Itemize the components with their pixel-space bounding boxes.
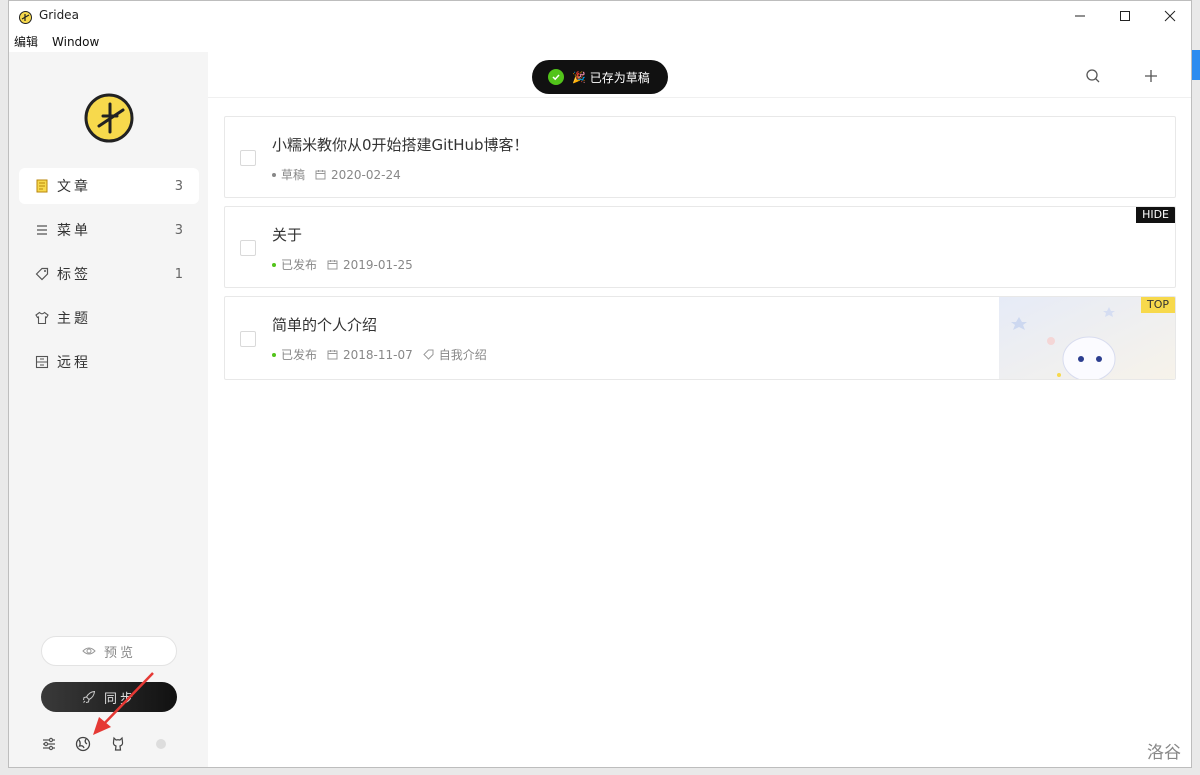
post-date: 2020-02-24	[331, 167, 401, 182]
sidebar-item-label: 菜单	[57, 223, 91, 239]
sidebar-item-label: 远程	[57, 355, 91, 371]
watermark: 洛谷	[1147, 743, 1181, 763]
hide-badge: HIDE	[1136, 207, 1175, 223]
window-title: Gridea	[39, 8, 79, 22]
maximize-button[interactable]	[1102, 1, 1148, 31]
main-content: 🎉 已存为草稿 小糯米教你从0开始搭建GitHub博客！ 草稿 2020-02-…	[208, 52, 1191, 767]
party-popper-icon: 🎉	[572, 70, 586, 84]
calendar-icon	[327, 259, 338, 270]
theme-shirt-icon	[35, 311, 49, 325]
sidebar-item-menu[interactable]: 菜单 3	[19, 212, 199, 248]
title-bar: Gridea	[9, 1, 1191, 31]
sidebar-item-tags[interactable]: 标签 1	[19, 256, 199, 292]
post-meta: 已发布 2018-11-07 自我介绍	[272, 346, 487, 363]
status-dot	[272, 172, 276, 177]
status-dot	[272, 352, 276, 357]
top-badge: TOP	[1140, 297, 1175, 313]
minimize-button[interactable]	[1057, 1, 1103, 31]
sidebar-item-theme[interactable]: 主题	[19, 300, 199, 336]
tag-icon	[423, 349, 434, 360]
search-icon[interactable]	[1085, 68, 1101, 84]
sidebar-item-remote[interactable]: 远程	[19, 344, 199, 380]
post-tag: 自我介绍	[438, 348, 487, 362]
preview-label: 预览	[103, 645, 136, 661]
post-checkbox[interactable]	[240, 240, 256, 256]
check-icon	[548, 69, 564, 85]
sidebar-item-count: 1	[174, 266, 183, 282]
status-dot	[156, 739, 166, 749]
toolbar: 🎉 已存为草稿	[208, 52, 1191, 98]
post-title: 小糯米教你从0开始搭建GitHub博客！	[272, 136, 529, 154]
gridea-logo-icon	[83, 92, 135, 144]
post-status: 已发布	[281, 258, 318, 272]
menu-icon	[35, 223, 49, 237]
menu-window[interactable]: Window	[52, 32, 99, 52]
background-window-edge	[1192, 50, 1200, 80]
toast-text: 已存为草稿	[589, 70, 650, 85]
post-item[interactable]: 小糯米教你从0开始搭建GitHub博客！ 草稿 2020-02-24	[224, 116, 1176, 198]
settings-sliders-icon[interactable]	[41, 736, 57, 752]
toast-notification: 🎉 已存为草稿	[532, 60, 668, 94]
sidebar-item-label: 文章	[57, 179, 91, 195]
calendar-icon	[327, 349, 338, 360]
eye-icon	[82, 644, 96, 658]
sidebar: 文章 3 菜单 3 标签 1 主题 远程 预览 同步	[9, 52, 208, 767]
sidebar-item-count: 3	[174, 178, 183, 194]
post-date: 2018-11-07	[343, 347, 413, 362]
post-checkbox[interactable]	[240, 331, 256, 347]
preview-button[interactable]: 预览	[41, 636, 177, 666]
post-date: 2019-01-25	[343, 257, 413, 272]
post-meta: 已发布 2019-01-25	[272, 256, 413, 273]
add-post-icon[interactable]	[1143, 68, 1159, 84]
status-dot	[272, 262, 276, 267]
post-status: 已发布	[281, 348, 318, 362]
sidebar-item-count: 3	[174, 222, 183, 238]
calendar-icon	[315, 169, 326, 180]
post-status: 草稿	[281, 168, 306, 182]
app-window: Gridea 编辑 Window 文章 3 菜单 3 标签 1 主题 远程 预览…	[8, 0, 1192, 768]
menu-bar: 编辑 Window	[9, 32, 1191, 52]
sidebar-item-label: 主题	[57, 311, 91, 327]
tag-icon	[35, 267, 49, 281]
annotation-arrow-icon	[93, 672, 154, 735]
article-icon	[35, 179, 49, 193]
post-title: 简单的个人介绍	[272, 316, 378, 334]
sidebar-item-articles[interactable]: 文章 3	[19, 168, 199, 204]
remote-icon	[35, 355, 49, 369]
post-checkbox[interactable]	[240, 150, 256, 166]
app-logo-icon	[19, 9, 32, 24]
close-button[interactable]	[1147, 1, 1191, 31]
sidebar-item-label: 标签	[57, 267, 91, 283]
post-item[interactable]: TOP 简单的个人介绍 已发布 2018-11-07 自我介绍	[224, 296, 1176, 380]
post-meta: 草稿 2020-02-24	[272, 166, 401, 183]
post-item[interactable]: HIDE 关于 已发布 2019-01-25	[224, 206, 1176, 288]
post-title: 关于	[272, 226, 303, 244]
menu-edit[interactable]: 编辑	[14, 32, 38, 52]
